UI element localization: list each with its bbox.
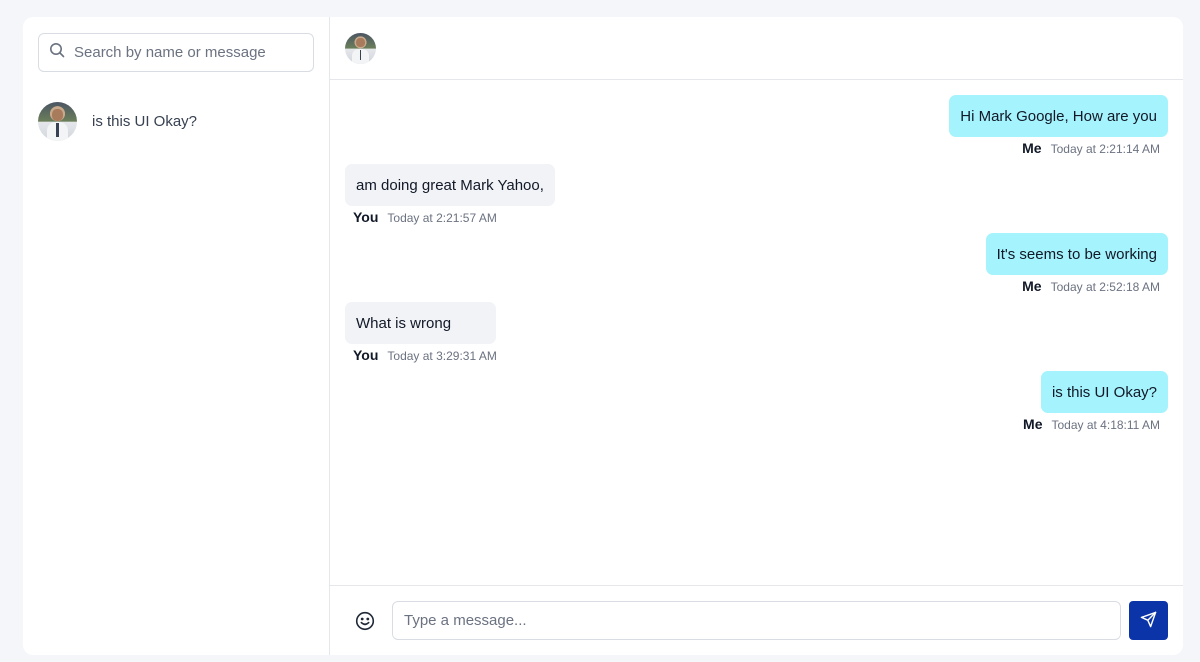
message-composer: [330, 585, 1183, 655]
message-sender: Me: [1023, 416, 1043, 432]
message-meta: You Today at 3:29:31 AM: [345, 347, 505, 363]
search-box[interactable]: [38, 33, 314, 72]
chat-header: [330, 17, 1183, 80]
message-time: Today at 2:52:18 AM: [1050, 280, 1160, 294]
send-icon: [1140, 611, 1157, 631]
message-bubble: Hi Mark Google, How are you: [949, 95, 1168, 137]
message-sender: You: [353, 347, 379, 363]
message-sender: Me: [1022, 278, 1042, 294]
search-icon: [49, 42, 65, 63]
search-input[interactable]: [74, 44, 294, 61]
message-time: Today at 2:21:57 AM: [387, 211, 497, 225]
message-list[interactable]: Hi Mark Google, How are you Me Today at …: [330, 80, 1183, 585]
message-sender: You: [353, 209, 379, 225]
message-outgoing: It's seems to be working Me Today at 2:5…: [985, 233, 1168, 294]
message-bubble: It's seems to be working: [985, 233, 1168, 275]
chat-app: is this UI Okay? Hi Mark Google, How are…: [23, 17, 1183, 655]
message-sender: Me: [1022, 140, 1042, 156]
message-meta: Me Today at 2:52:18 AM: [1014, 278, 1168, 294]
conversation-preview: is this UI Okay?: [92, 113, 198, 130]
conversation-item[interactable]: is this UI Okay?: [38, 102, 314, 141]
message-meta: You Today at 2:21:57 AM: [345, 209, 505, 225]
message-bubble: am doing great Mark Yahoo,: [345, 164, 555, 206]
smiley-icon[interactable]: [353, 609, 377, 633]
message-outgoing: is this UI Okay? Me Today at 4:18:11 AM: [1015, 371, 1168, 432]
message-time: Today at 3:29:31 AM: [387, 349, 497, 363]
chat-panel: Hi Mark Google, How are you Me Today at …: [330, 17, 1183, 655]
message-meta: Me Today at 4:18:11 AM: [1015, 416, 1168, 432]
sidebar: is this UI Okay?: [23, 17, 330, 655]
message-meta: Me Today at 2:21:14 AM: [1014, 140, 1168, 156]
message-time: Today at 2:21:14 AM: [1050, 142, 1160, 156]
user-avatar: [38, 102, 77, 141]
message-input[interactable]: [392, 601, 1121, 640]
message-outgoing: Hi Mark Google, How are you Me Today at …: [949, 95, 1168, 156]
message-bubble: is this UI Okay?: [1040, 371, 1168, 413]
message-incoming: What is wrong You Today at 3:29:31 AM: [345, 302, 505, 363]
send-button[interactable]: [1129, 601, 1168, 640]
message-time: Today at 4:18:11 AM: [1051, 418, 1160, 432]
contact-avatar[interactable]: [345, 32, 376, 64]
message-bubble: What is wrong: [345, 302, 497, 344]
message-incoming: am doing great Mark Yahoo, You Today at …: [345, 164, 555, 225]
